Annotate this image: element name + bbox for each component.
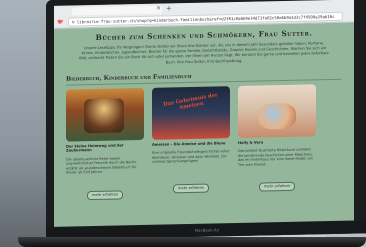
laptop: × + ‹ › © librairie-frau-sutter.ch/shop?… (46, 0, 366, 240)
new-tab-icon[interactable]: + (166, 4, 172, 12)
browser-tab[interactable]: × (72, 5, 162, 16)
book-description: Die abenteuerliche Reise zweier ungewöhn… (66, 156, 137, 175)
book-title[interactable]: Ameisen – Die Ameise und die Biene (152, 141, 230, 147)
nav-arrows-icon[interactable]: ‹ › (57, 18, 64, 25)
laptop-base (18, 237, 366, 247)
more-info-button[interactable]: mehr erfahren (87, 190, 123, 200)
laptop-screen: × + ‹ › © librairie-frau-sutter.ch/shop?… (54, 0, 354, 227)
book-cover-image[interactable] (66, 87, 144, 142)
page-title: Bücher zum Schenken und Schmökern, Frau … (95, 28, 313, 42)
book-card: Das Geheimnis der Ameisen Ameisen – Die … (152, 85, 230, 198)
book-description: Eine originelle Freundschaftsgeschichte … (152, 149, 230, 165)
book-card: Holly & Vera Das brillant illustrierte B… (238, 84, 316, 196)
webpage: Bücher zum Schenken und Schmökern, Frau … (54, 28, 354, 201)
book-card: Der kleine Heimweg und der Zaubermann Di… (66, 87, 144, 200)
book-cover-image[interactable] (238, 84, 316, 138)
browser-toolbar: × + ‹ › © librairie-frau-sutter.ch/shop?… (54, 0, 354, 29)
book-title[interactable]: Holly & Vera (238, 139, 316, 145)
intro-text: Unsere Lesetipps, Ihr Vergnügen! Gerne s… (79, 41, 329, 65)
more-info-button[interactable]: mehr erfahren (259, 182, 295, 192)
book-title[interactable]: Der kleine Heimweg und der Zaubermann (66, 143, 144, 153)
book-grid: Der kleine Heimweg und der Zaubermann Di… (60, 83, 348, 200)
more-info-button[interactable]: mehr erfahren (173, 183, 209, 194)
book-cover-image[interactable]: Das Geheimnis der Ameisen (152, 85, 230, 140)
close-tab-icon[interactable]: × (156, 5, 161, 12)
book-description: Das brillant illustrierte Bilderbuch sch… (238, 147, 313, 167)
cover-title-text: Das Geheimnis der Ameisen (162, 92, 219, 111)
